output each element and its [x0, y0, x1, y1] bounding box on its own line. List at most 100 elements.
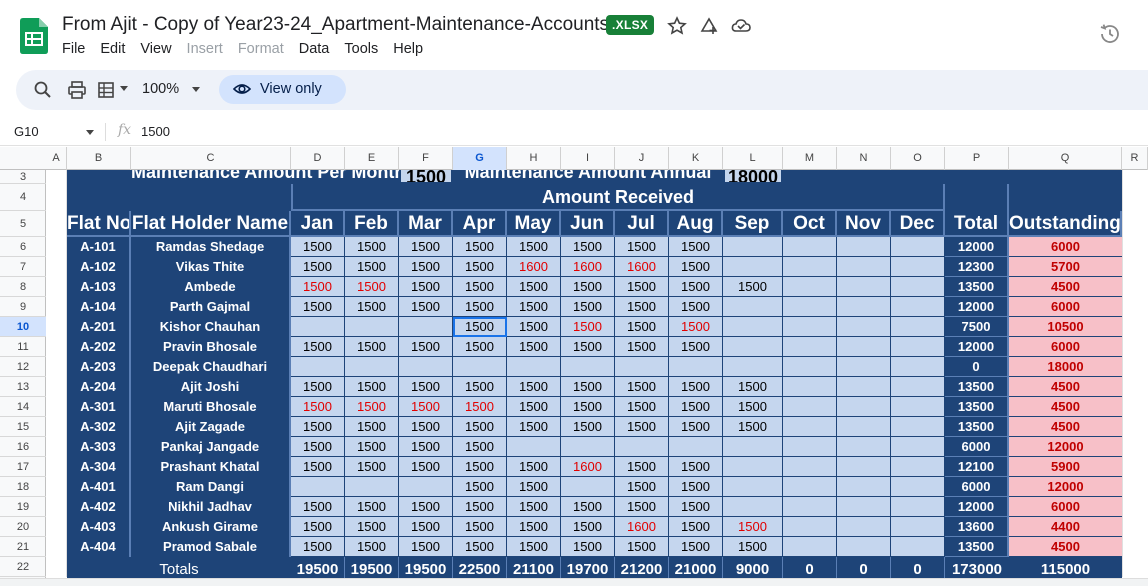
month-cell-dec[interactable]: [891, 457, 945, 477]
month-cell-jan[interactable]: 1500: [291, 517, 345, 537]
annual-amount-label[interactable]: Maintenance Amount Annual: [453, 170, 723, 184]
month-cell-dec[interactable]: [891, 417, 945, 437]
month-cell-dec[interactable]: [891, 277, 945, 297]
outstanding-cell[interactable]: 10500: [1009, 317, 1122, 337]
zoom-chevron-down-icon[interactable]: [192, 87, 200, 93]
outstanding-cell[interactable]: 18000: [1009, 357, 1122, 377]
total-cell[interactable]: 12300: [945, 257, 1009, 277]
column-header-o[interactable]: O: [891, 147, 945, 170]
flat-holder-name-cell[interactable]: Parth Gajmal: [131, 297, 291, 317]
total-cell[interactable]: 0: [945, 357, 1009, 377]
outstanding-cell[interactable]: 6000: [1009, 497, 1122, 517]
month-cell-aug[interactable]: 1500: [669, 297, 723, 317]
month-cell-mar[interactable]: 1500: [399, 517, 453, 537]
move-to-drive-icon[interactable]: [699, 16, 719, 36]
month-cell-jun[interactable]: 1500: [561, 337, 615, 357]
row-header-8[interactable]: 8: [0, 277, 46, 297]
header-apr[interactable]: Apr: [453, 211, 507, 237]
row-header-14[interactable]: 14: [0, 397, 46, 417]
month-cell-jun[interactable]: 1500: [561, 297, 615, 317]
header-mar[interactable]: Mar: [399, 211, 453, 237]
month-cell-mar[interactable]: 1500: [399, 537, 453, 557]
month-cell-aug[interactable]: [669, 357, 723, 377]
month-cell-jan[interactable]: 1500: [291, 417, 345, 437]
total-cell[interactable]: 6000: [945, 437, 1009, 457]
month-cell-jun[interactable]: 1500: [561, 537, 615, 557]
month-cell-jan[interactable]: 1500: [291, 237, 345, 257]
month-cell-nov[interactable]: [837, 417, 891, 437]
month-cell-mar[interactable]: 1500: [399, 257, 453, 277]
header-total[interactable]: Total: [945, 211, 1009, 237]
month-cell-sep[interactable]: [723, 337, 783, 357]
month-cell-apr[interactable]: 1500: [453, 537, 507, 557]
flat-no-cell[interactable]: A-402: [67, 497, 131, 517]
month-cell-oct[interactable]: [783, 517, 837, 537]
month-cell-jun[interactable]: 1500: [561, 497, 615, 517]
month-cell-apr[interactable]: 1500: [453, 337, 507, 357]
month-cell-may[interactable]: 1500: [507, 457, 561, 477]
menu-file[interactable]: File: [62, 41, 85, 57]
outstanding-cell[interactable]: 12000: [1009, 437, 1122, 457]
column-header-d[interactable]: D: [291, 147, 345, 170]
month-cell-oct[interactable]: [783, 377, 837, 397]
month-cell-aug[interactable]: 1500: [669, 257, 723, 277]
month-cell-apr[interactable]: 1500: [453, 437, 507, 457]
month-cell-apr[interactable]: 1500: [453, 417, 507, 437]
month-cell-mar[interactable]: 1500: [399, 437, 453, 457]
month-cell-oct[interactable]: [783, 357, 837, 377]
total-cell[interactable]: 12000: [945, 497, 1009, 517]
month-cell-sep[interactable]: [723, 317, 783, 337]
month-cell-nov[interactable]: [837, 537, 891, 557]
month-cell-sep[interactable]: 1500: [723, 537, 783, 557]
flat-holder-name-cell[interactable]: Ajit Zagade: [131, 417, 291, 437]
total-cell[interactable]: 12000: [945, 297, 1009, 317]
month-cell-jul[interactable]: 1500: [615, 297, 669, 317]
header-nov[interactable]: Nov: [837, 211, 891, 237]
header-may[interactable]: May: [507, 211, 561, 237]
column-header-i[interactable]: I: [561, 147, 615, 170]
month-cell-jan[interactable]: 1500: [291, 537, 345, 557]
month-cell-jun[interactable]: 1500: [561, 277, 615, 297]
header-sep[interactable]: Sep: [723, 211, 783, 237]
month-cell-jul[interactable]: 1600: [615, 517, 669, 537]
month-cell-jan[interactable]: 1500: [291, 297, 345, 317]
totals-nov[interactable]: 0: [837, 557, 891, 578]
month-cell-oct[interactable]: [783, 537, 837, 557]
month-cell-dec[interactable]: [891, 537, 945, 557]
flat-holder-name-cell[interactable]: Prashant Khatal: [131, 457, 291, 477]
outstanding-cell[interactable]: 4500: [1009, 277, 1122, 297]
month-cell-feb[interactable]: 1500: [345, 397, 399, 417]
outstanding-cell[interactable]: 4500: [1009, 417, 1122, 437]
month-cell-dec[interactable]: [891, 257, 945, 277]
month-cell-nov[interactable]: [837, 497, 891, 517]
monthly-amount-value[interactable]: 1500: [399, 170, 453, 184]
header-feb[interactable]: Feb: [345, 211, 399, 237]
sheets-logo-icon[interactable]: [20, 18, 48, 54]
flat-no-cell[interactable]: A-101: [67, 237, 131, 257]
total-cell[interactable]: 6000: [945, 477, 1009, 497]
header-jul[interactable]: Jul: [615, 211, 669, 237]
month-cell-aug[interactable]: 1500: [669, 537, 723, 557]
month-cell-may[interactable]: 1500: [507, 237, 561, 257]
month-cell-may[interactable]: [507, 437, 561, 457]
header-jun[interactable]: Jun: [561, 211, 615, 237]
star-icon[interactable]: [667, 16, 687, 36]
column-header-e[interactable]: E: [345, 147, 399, 170]
month-cell-sep[interactable]: [723, 437, 783, 457]
month-cell-aug[interactable]: 1500: [669, 417, 723, 437]
month-cell-may[interactable]: 1500: [507, 337, 561, 357]
month-cell-aug[interactable]: 1500: [669, 497, 723, 517]
month-cell-nov[interactable]: [837, 517, 891, 537]
month-cell-oct[interactable]: [783, 297, 837, 317]
month-cell-jan[interactable]: 1500: [291, 457, 345, 477]
flat-no-cell[interactable]: A-201: [67, 317, 131, 337]
month-cell-mar[interactable]: 1500: [399, 417, 453, 437]
month-cell-dec[interactable]: [891, 477, 945, 497]
column-header-f[interactable]: F: [399, 147, 453, 170]
month-cell-aug[interactable]: 1500: [669, 317, 723, 337]
flat-holder-name-cell[interactable]: Nikhil Jadhav: [131, 497, 291, 517]
month-cell-sep[interactable]: [723, 357, 783, 377]
column-header-j[interactable]: J: [615, 147, 669, 170]
month-cell-oct[interactable]: [783, 257, 837, 277]
month-cell-apr[interactable]: 1500: [453, 397, 507, 417]
